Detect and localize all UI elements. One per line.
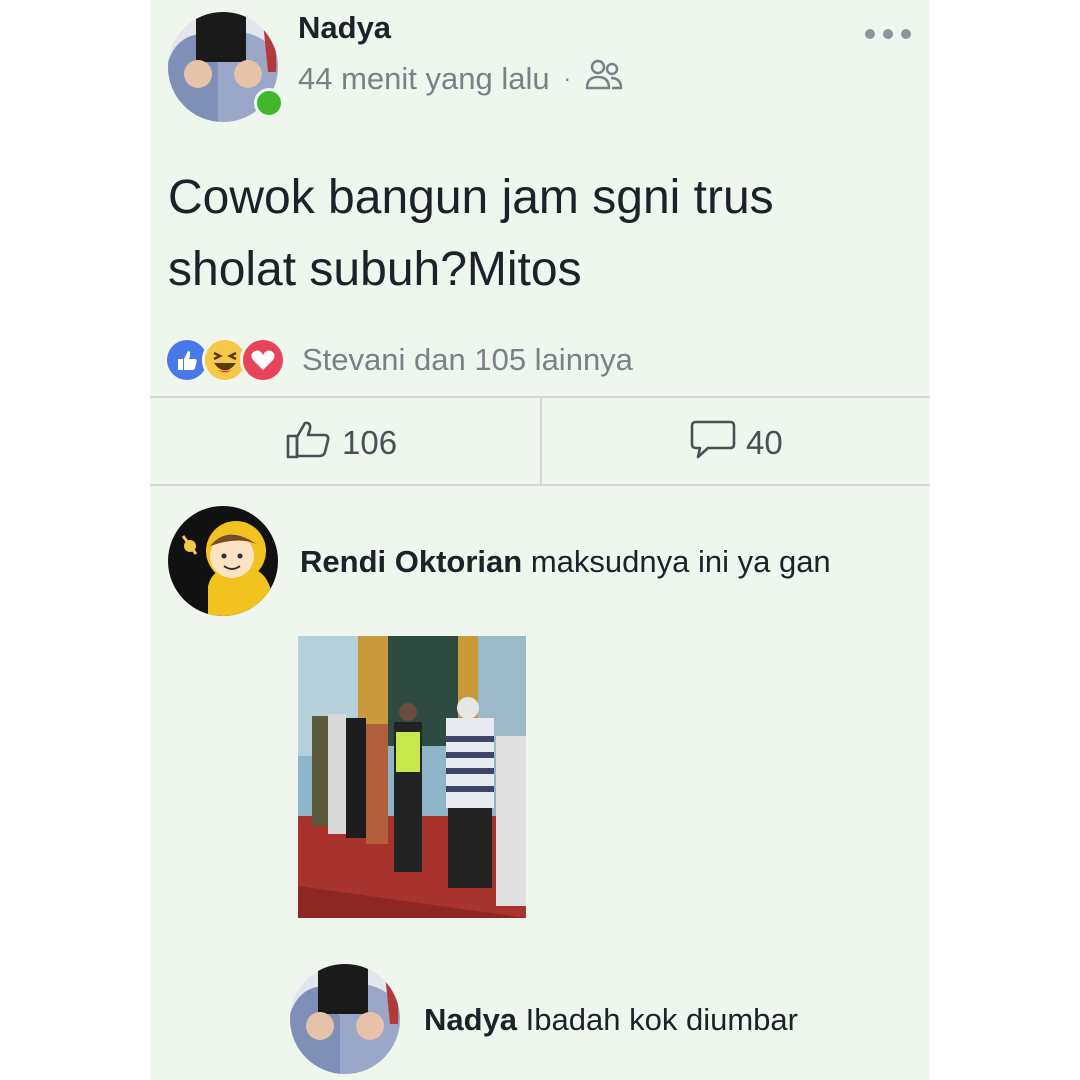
thumbs-up-icon [286,418,332,468]
comment-body: Ibadah kok diumbar [525,1002,798,1037]
comment-photo[interactable] [298,636,526,918]
love-reaction-icon [240,337,286,383]
online-status-indicator [254,88,284,118]
post-text-line: Cowok bangun jam sgni trus [168,171,774,224]
avatar-photo [168,506,278,616]
post-body: Cowok bangun jam sgni trus sholat subuh?… [168,162,908,306]
meta-separator: · [563,66,571,91]
comment-button[interactable]: 40 [690,418,783,468]
divider [150,484,930,486]
reactions-summary[interactable]: Stevani dan 105 lainnya [302,342,633,378]
comment-author[interactable]: Rendi Oktorian [300,544,522,579]
comment-count: 40 [746,424,783,461]
commenter-avatar[interactable] [290,964,400,1074]
divider [540,398,542,486]
post-author-name[interactable]: Nadya [298,10,391,46]
post-timestamp[interactable]: 44 menit yang lalu [298,61,550,97]
like-button[interactable]: 106 [286,418,397,468]
like-count: 106 [342,424,398,461]
commenter-avatar[interactable] [168,506,278,616]
comment-author[interactable]: Nadya [424,1002,517,1037]
friends-icon[interactable] [585,58,623,100]
reactions-bar[interactable]: Stevani dan 105 lainnya [164,337,633,383]
comment-icon [690,418,736,468]
more-options-icon[interactable] [865,24,911,44]
post-text-line: sholat subuh?Mitos [168,243,582,296]
comment-2: Nadya Ibadah kok diumbar [424,1002,798,1038]
mosque-photo [298,636,526,918]
comment-body: maksudnya ini ya gan [530,544,831,579]
post-meta: 44 menit yang lalu · [298,58,623,100]
avatar-photo [290,964,400,1074]
comment-1: Rendi Oktorian maksudnya ini ya gan [300,544,831,580]
